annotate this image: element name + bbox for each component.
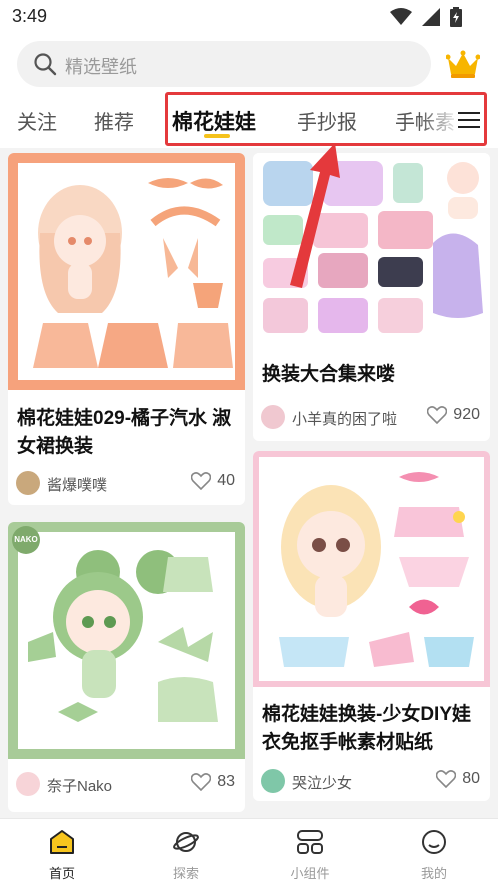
battery-icon (450, 7, 462, 27)
nav-profile-label: 我的 (420, 866, 447, 881)
annotation-arrow-icon (290, 143, 340, 288)
card-2-author: ⁠小羊真的困了啦 (292, 411, 398, 428)
card-1-likes[interactable]: 40 (191, 472, 235, 490)
card-1-image (8, 153, 245, 390)
card-4-likes[interactable]: 80 (436, 770, 480, 788)
widget-icon (297, 830, 323, 854)
card-3-likes[interactable]: 83 (191, 773, 235, 791)
heart-icon (427, 406, 448, 424)
nav-home-label: 首页 (48, 866, 75, 881)
search-bar[interactable]: 精选壁纸 (17, 41, 431, 87)
status-bar: 3:49 (0, 0, 498, 34)
nav-explore-label: 探索 (172, 866, 199, 881)
avatar (16, 772, 40, 796)
card-2-meta: ⁠小羊真的困了啦 920 (261, 405, 482, 433)
card-4-title: 棉花娃娃换装-少女DIY娃衣免抠手帐素材贴纸 (262, 704, 472, 753)
annotation-box (165, 92, 487, 146)
home-icon (50, 830, 74, 854)
avatar (261, 769, 285, 793)
status-icons (390, 7, 462, 27)
avatar (16, 471, 40, 495)
card-1-author: 酱爆噗噗 (47, 477, 108, 494)
card-2-title: 换装大合集来喽 (262, 364, 396, 385)
card-3[interactable]: NAKO 奈子Nako 83 (8, 522, 245, 812)
bottom-nav: 首页 探索 小组件 我的 (0, 818, 498, 885)
card-4-like-count: 80 (462, 770, 480, 787)
card-4-image (253, 451, 490, 687)
avatar (261, 405, 285, 429)
card-1-meta: 酱爆噗噗 40 (16, 471, 237, 499)
nav-home[interactable]: 首页 (22, 829, 102, 882)
card-3-author: 奈子Nako (47, 778, 113, 795)
card-2-likes[interactable]: 920 (427, 406, 480, 424)
tab-follow[interactable]: 关注 (17, 106, 57, 135)
profile-icon (422, 830, 446, 854)
tab-recommend[interactable]: 推荐 (94, 106, 134, 135)
card-4[interactable]: 棉花娃娃换装-少女DIY娃衣免抠手帐素材贴纸 哭泣少女 80 (253, 451, 490, 801)
card-3-image (8, 522, 245, 759)
card-1[interactable]: 棉花娃娃029-橘子汽水 淑女裙换装 酱爆噗噗 40 (8, 153, 245, 505)
search-icon (34, 53, 57, 76)
nav-profile[interactable]: 我的 (394, 829, 474, 882)
card-3-meta: 奈子Nako 83 (16, 772, 237, 800)
nav-explore[interactable]: 探索 (146, 829, 226, 882)
search-placeholder: 精选壁纸 (65, 57, 137, 77)
crown-icon[interactable] (446, 50, 480, 78)
card-4-meta: 哭泣少女 80 (261, 769, 482, 797)
wifi-icon (390, 8, 412, 25)
card-1-title: 棉花娃娃029-橘子汽水 淑女裙换装 (17, 408, 232, 457)
card-2-like-count: 920 (453, 406, 480, 423)
heart-icon (436, 770, 457, 788)
card-4-author: 哭泣少女 (292, 775, 353, 792)
heart-icon (191, 472, 212, 490)
content-feed: 棉花娃娃029-橘子汽水 淑女裙换装 酱爆噗噗 40 (0, 148, 498, 818)
top-search-area: 精选壁纸 (0, 34, 498, 94)
planet-icon (173, 832, 199, 852)
nav-widgets-label: 小组件 (290, 866, 330, 881)
signal-icon (422, 8, 440, 26)
status-time: 3:49 (12, 6, 48, 26)
card-1-like-count: 40 (217, 472, 235, 489)
heart-icon (191, 773, 212, 791)
card-3-like-count: 83 (217, 773, 235, 790)
nav-widgets[interactable]: 小组件 (270, 829, 350, 882)
card-3-badge: NAKO (12, 526, 40, 554)
